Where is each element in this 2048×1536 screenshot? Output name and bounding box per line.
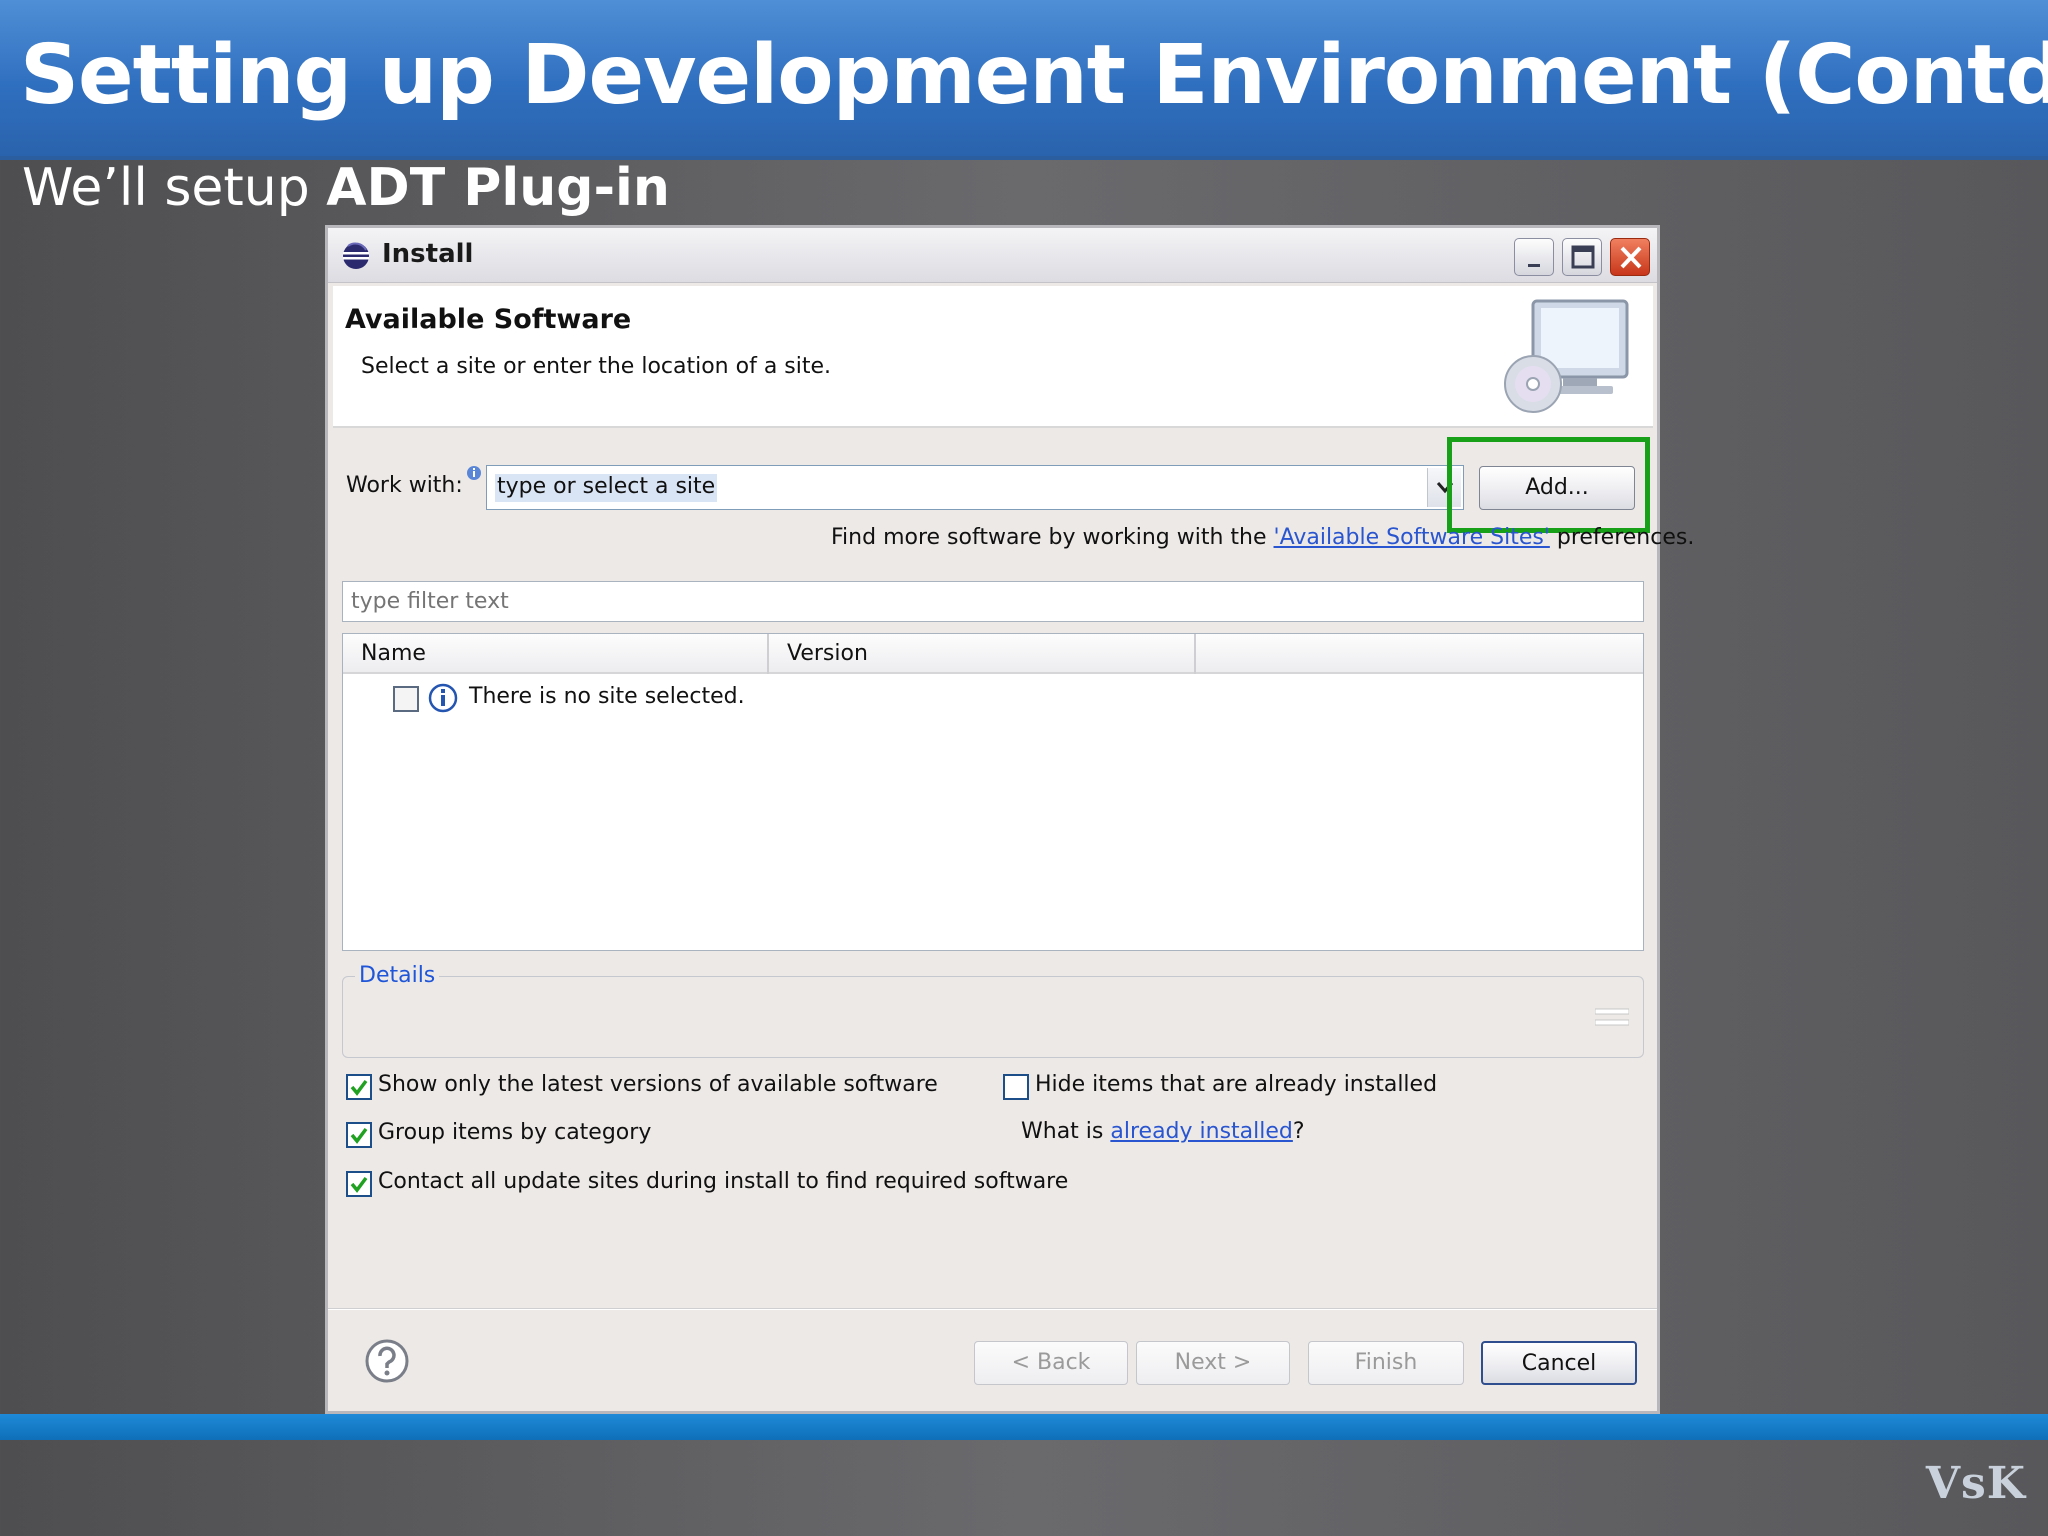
maximize-icon	[1571, 245, 1595, 269]
computer-cd-icon	[1504, 299, 1629, 413]
available-sites-link[interactable]: 'Available Software Sites'	[1274, 525, 1550, 550]
slide-footer-logo: VsK	[1925, 1458, 2026, 1509]
tree-header: Name Version	[343, 634, 1643, 674]
work-with-label-text: Work with:	[346, 473, 463, 498]
work-with-input[interactable]: type or select a site	[495, 474, 718, 502]
close-icon	[1620, 246, 1642, 269]
subtitle-bold: ADT Plug-in	[326, 158, 670, 218]
footer-separator	[328, 1308, 1657, 1310]
work-with-label: Work with:	[346, 473, 463, 498]
column-header-name[interactable]: Name	[343, 634, 769, 674]
what-installed-text: What is already installed?	[1021, 1119, 1305, 1144]
eclipse-icon	[343, 242, 369, 269]
slide-subtitle: We’ll setup ADT Plug-in	[22, 158, 670, 218]
slide-header: Setting up Development Environment (Cont…	[0, 0, 2048, 160]
banner-description: Select a site or enter the location of a…	[361, 354, 832, 379]
minimize-icon	[1528, 264, 1540, 267]
info-decoration-icon	[467, 466, 481, 480]
checkbox-checked-icon[interactable]	[346, 1074, 372, 1100]
checkbox-unchecked-icon[interactable]	[1003, 1074, 1029, 1100]
hide-installed-label: Hide items that are already installed	[1035, 1072, 1438, 1097]
dialog-titlebar[interactable]: Install	[328, 228, 1657, 283]
show-latest-label: Show only the latest versions of availab…	[378, 1072, 938, 1097]
software-tree[interactable]: Name Version There is no site selected.	[342, 633, 1644, 951]
dialog-banner: Available Software Select a site or ente…	[333, 286, 1653, 428]
banner-title: Available Software	[345, 304, 632, 335]
empty-message: There is no site selected.	[469, 684, 745, 709]
cancel-button[interactable]: Cancel	[1481, 1341, 1637, 1385]
subtitle-prefix: We’ll setup	[22, 158, 327, 218]
dialog-title: Install	[382, 239, 474, 269]
find-more-prefix: Find more software by working with the	[831, 525, 1274, 550]
find-more-text: Find more software by working with the '…	[831, 525, 1694, 550]
slide-bottom-bar	[0, 1414, 2048, 1440]
install-dialog: Install Available Software Select a site…	[325, 225, 1694, 1414]
checkbox-checked-icon[interactable]	[346, 1171, 372, 1197]
what-installed-suffix: ?	[1292, 1119, 1305, 1144]
next-button[interactable]: Next >	[1136, 1341, 1290, 1385]
back-button[interactable]: < Back	[974, 1341, 1128, 1385]
minimize-button[interactable]	[1514, 238, 1554, 276]
row-checkbox[interactable]	[393, 686, 419, 712]
finish-button[interactable]: Finish	[1308, 1341, 1464, 1385]
filter-input[interactable]	[342, 581, 1644, 622]
details-group: Details	[342, 963, 1644, 1058]
close-button[interactable]	[1610, 238, 1650, 276]
maximize-button[interactable]	[1562, 238, 1602, 276]
already-installed-link[interactable]: already installed	[1110, 1119, 1293, 1144]
info-icon	[428, 683, 458, 713]
what-installed-prefix: What is	[1021, 1119, 1111, 1144]
sash-handle-icon[interactable]	[1595, 1005, 1629, 1031]
contact-update-sites-label: Contact all update sites during install …	[378, 1169, 1069, 1194]
find-more-suffix: preferences.	[1549, 525, 1695, 550]
group-by-category-label: Group items by category	[378, 1120, 652, 1145]
details-label: Details	[355, 963, 440, 988]
work-with-combo[interactable]: type or select a site	[486, 465, 1464, 510]
highlight-annotation	[1447, 437, 1650, 533]
slide-title: Setting up Development Environment (Cont…	[20, 28, 2048, 123]
help-icon[interactable]	[364, 1338, 410, 1384]
checkbox-checked-icon[interactable]	[346, 1122, 372, 1148]
column-header-version[interactable]: Version	[769, 634, 1196, 674]
